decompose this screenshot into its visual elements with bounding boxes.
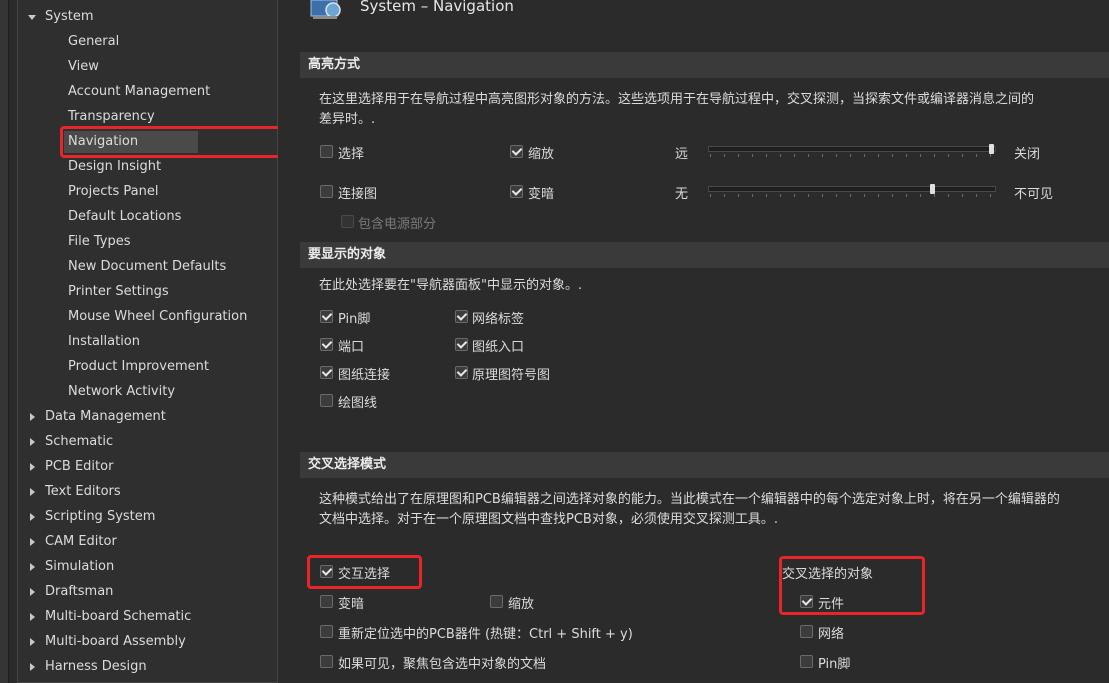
label-draw-line: 绘图线 (338, 396, 378, 411)
checkbox-draw-line[interactable] (320, 394, 333, 407)
tree-item-data-management[interactable]: Data Management (45, 406, 166, 428)
objects-description: 在此处选择要在"导航器面板"中显示的对象。. (319, 278, 583, 293)
label-focus: 如果可见，聚焦包含选中对象的文档 (338, 657, 547, 672)
checkbox-sheet-connector[interactable] (320, 366, 333, 379)
cross-description: 这种模式给出了在原理图和PCB编辑器之间选择对象的能力。当此模式在一个编辑器中的… (319, 492, 1060, 527)
tree-item-transparency[interactable]: Transparency (68, 106, 155, 128)
expand-arrow-icon[interactable] (30, 438, 35, 446)
dim-slider-thumb[interactable] (930, 184, 936, 194)
checkbox-power[interactable] (341, 215, 354, 228)
label-power: 包含电源部分 (358, 217, 437, 232)
label-port: 端口 (338, 340, 365, 355)
checkbox-net-label[interactable] (455, 310, 468, 323)
label-sheet-connector: 图纸连接 (338, 368, 391, 383)
tree-item-view[interactable]: View (68, 56, 99, 78)
checkbox-focus[interactable] (320, 655, 333, 668)
checkbox-sheet-symbol[interactable] (455, 366, 468, 379)
expand-arrow-icon[interactable] (30, 663, 35, 671)
label-pin: Pin脚 (338, 312, 371, 327)
tree-item-text-editors[interactable]: Text Editors (45, 481, 121, 503)
tree-item-scripting-system[interactable]: Scripting System (45, 506, 155, 528)
tree-item-printer-settings[interactable]: Printer Settings (68, 281, 169, 303)
checkbox-zoom[interactable] (510, 145, 523, 158)
page-title: System – Navigation (360, 0, 514, 15)
checkbox-component[interactable] (800, 595, 813, 608)
checkbox-select[interactable] (320, 145, 333, 158)
left-edge-strip (0, 0, 9, 683)
tree-item-product-improvement[interactable]: Product Improvement (68, 356, 209, 378)
label-sheet-entry: 图纸入口 (472, 340, 525, 355)
checkbox-reposition[interactable] (320, 625, 333, 638)
tree-item-design-insight[interactable]: Design Insight (68, 156, 161, 178)
checkbox-cross-dim[interactable] (320, 595, 333, 608)
tree-item-harness-design[interactable]: Harness Design (45, 656, 147, 678)
expand-arrow-icon[interactable] (30, 513, 35, 521)
highlight-box-interactive (307, 555, 422, 589)
preferences-tree: System General View Account Management Tran… (17, 0, 278, 683)
expand-arrow-icon[interactable] (30, 538, 35, 546)
collapse-arrow-icon[interactable] (28, 15, 36, 20)
tree-item-account-management[interactable]: Account Management (68, 81, 210, 103)
checkbox-cross-zoom[interactable] (490, 595, 503, 608)
label-cross-zoom: 缩放 (508, 597, 535, 612)
dim-slider-track[interactable] (708, 186, 996, 192)
section-header-highlight: 高亮方式 (300, 52, 1109, 78)
tree-item-schematic[interactable]: Schematic (45, 431, 113, 453)
label-component: 元件 (818, 597, 845, 612)
tree-item-simulation[interactable]: Simulation (45, 556, 114, 578)
checkbox-port[interactable] (320, 338, 333, 351)
expand-arrow-icon[interactable] (30, 588, 35, 596)
tree-item-network-activity[interactable]: Network Activity (68, 381, 175, 403)
tree-item-system[interactable]: System (45, 6, 93, 28)
label-cross-dim: 变暗 (338, 597, 365, 612)
zoom-slider-track[interactable] (708, 146, 996, 152)
expand-arrow-icon[interactable] (30, 488, 35, 496)
expand-arrow-icon[interactable] (30, 638, 35, 646)
label-cross-pin: Pin脚 (818, 657, 851, 672)
tree-item-projects-panel[interactable]: Projects Panel (68, 181, 158, 203)
label-dim: 变暗 (528, 187, 555, 202)
expand-arrow-icon[interactable] (30, 463, 35, 471)
tree-item-pcb-editor[interactable]: PCB Editor (45, 456, 113, 478)
checkbox-connect[interactable] (320, 185, 333, 198)
dim-slider-ticks (710, 194, 994, 197)
tree-item-multi-board-assembly[interactable]: Multi-board Assembly (45, 631, 186, 653)
label-invisible: 不可见 (1014, 187, 1054, 202)
checkbox-sheet-entry[interactable] (455, 338, 468, 351)
navigation-page-icon (309, 0, 345, 20)
checkbox-cross-pin[interactable] (800, 655, 813, 668)
tree-item-new-document-defaults[interactable]: New Document Defaults (68, 256, 226, 278)
tree-item-installation[interactable]: Installation (68, 331, 140, 353)
tree-item-multi-board-schematic[interactable]: Multi-board Schematic (45, 606, 191, 628)
checkbox-dim[interactable] (510, 185, 523, 198)
section-header-cross: 交叉选择模式 (300, 452, 1109, 478)
label-sheet-symbol: 原理图符号图 (472, 368, 551, 383)
label-zoom: 缩放 (528, 147, 555, 162)
label-select: 选择 (338, 147, 365, 162)
section-header-objects: 要显示的对象 (300, 242, 1109, 268)
tree-item-general[interactable]: General (68, 31, 119, 53)
label-close: 关闭 (1014, 147, 1041, 162)
tree-item-cam-editor[interactable]: CAM Editor (45, 531, 117, 553)
tree-item-draftsman[interactable]: Draftsman (45, 581, 113, 603)
label-none: 无 (675, 187, 689, 202)
label-net-label: 网络标签 (472, 312, 525, 327)
highlight-box-navigation (60, 126, 282, 158)
zoom-slider-thumb[interactable] (989, 144, 994, 154)
expand-arrow-icon[interactable] (30, 563, 35, 571)
expand-arrow-icon[interactable] (30, 413, 35, 421)
label-far: 远 (675, 147, 689, 162)
expand-arrow-icon[interactable] (30, 613, 35, 621)
label-connect: 连接图 (338, 187, 378, 202)
divider-strip (278, 0, 296, 683)
tree-item-default-locations[interactable]: Default Locations (68, 206, 181, 228)
label-net: 网络 (818, 627, 845, 642)
highlight-description: 在这里选择用于在导航过程中高亮图形对象的方法。这些选项用于在导航过程中，交叉探测… (319, 92, 1035, 127)
checkbox-pin[interactable] (320, 310, 333, 323)
checkbox-net[interactable] (800, 625, 813, 638)
label-reposition: 重新定位选中的PCB器件 (热键：Ctrl + Shift + y) (338, 627, 633, 642)
tree-item-mouse-wheel-configuration[interactable]: Mouse Wheel Configuration (68, 306, 247, 328)
zoom-slider-ticks (710, 154, 994, 157)
tree-item-file-types[interactable]: File Types (68, 231, 131, 253)
